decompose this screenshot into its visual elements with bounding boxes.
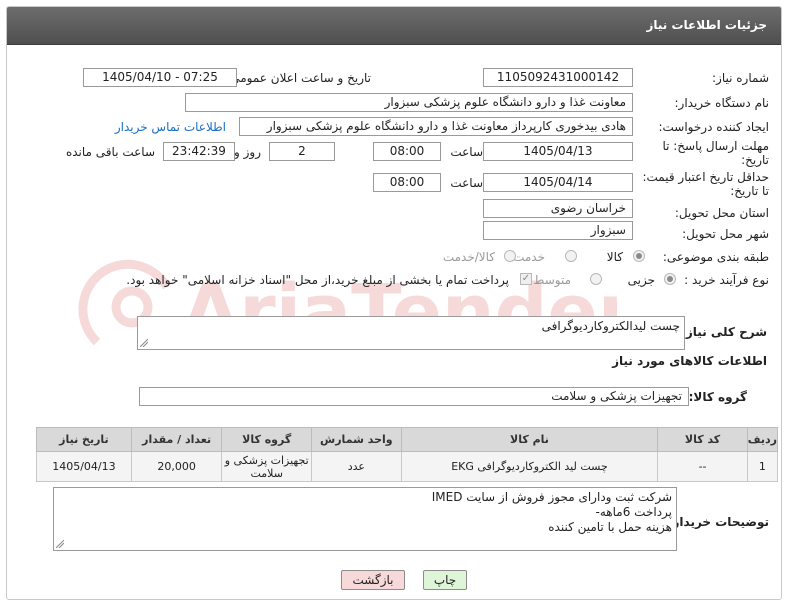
process-option-medium: متوسط xyxy=(533,273,571,287)
cell-row-number: 1 xyxy=(746,451,779,482)
province-label: استان محل تحویل: xyxy=(674,206,769,220)
requester-label: ایجاد کننده درخواست: xyxy=(658,120,769,134)
col-quantity: تعداد / مقدار xyxy=(130,427,223,452)
requester-field[interactable]: هادی بیدخوری کارپرداز معاونت غذا و دارو … xyxy=(239,117,633,136)
buyer-note-line: شرکت ثبت ودارای مجوز فروش از سایت IMED xyxy=(431,490,672,504)
goods-group-label: گروه کالا: xyxy=(688,390,747,404)
need-number-label: شماره نیاز: xyxy=(712,71,769,85)
category-option-service: خدمت xyxy=(513,250,545,264)
cell-item-code: -- xyxy=(657,451,748,482)
cell-item-name: چست لید الکتروکاردیوگرافی EKG xyxy=(400,451,659,482)
deadline-time-field[interactable]: 08:00 xyxy=(373,142,441,161)
cell-unit: عدد xyxy=(311,451,402,482)
resize-handle-icon[interactable] xyxy=(56,540,64,548)
validity-label-line2: تا تاریخ: xyxy=(730,184,769,198)
panel-title: جزئیات اطلاعات نیاز xyxy=(646,18,767,32)
process-radio-minor[interactable] xyxy=(664,273,676,285)
deadline-date-field[interactable]: 1405/04/13 xyxy=(483,142,633,161)
days-remaining-field[interactable]: 2 xyxy=(269,142,335,161)
col-item-name: نام کالا xyxy=(400,427,659,452)
validity-label-line1: حداقل تاریخ اعتبار قیمت: xyxy=(642,170,769,184)
need-details-panel: جزئیات اطلاعات نیاز AriaTender.net شماره… xyxy=(6,6,782,600)
buyer-note-line: هزینه حمل با تامین کننده xyxy=(548,520,672,534)
col-unit: واحد شمارش xyxy=(311,427,402,452)
category-radio-goods[interactable] xyxy=(633,250,645,262)
summary-text: چست لیدالکتروکاردیوگرافی xyxy=(541,319,680,333)
goods-table: ردیف کد کالا نام کالا واحد شمارش گروه کا… xyxy=(36,427,779,482)
province-field[interactable]: خراسان رضوی xyxy=(483,199,633,218)
goods-group-field[interactable]: تجهیزات پزشکی و سلامت xyxy=(139,387,689,406)
deadline-time-label: ساعت xyxy=(450,145,483,159)
process-label: نوع فرآیند خرید : xyxy=(684,273,769,287)
city-field[interactable]: سبزوار xyxy=(483,221,633,240)
col-row-number: ردیف xyxy=(746,427,779,452)
buyer-notes-field[interactable]: شرکت ثبت ودارای مجوز فروش از سایت IMED پ… xyxy=(53,487,677,551)
remaining-time-label: ساعت باقی مانده xyxy=(65,145,155,159)
cell-quantity: 20,000 xyxy=(130,451,223,482)
panel-header: جزئیات اطلاعات نیاز xyxy=(7,7,781,45)
table-row[interactable]: 1 -- چست لید الکتروکاردیوگرافی EKG عدد ت… xyxy=(36,451,779,482)
summary-label: شرح کلی نیاز: xyxy=(681,325,767,339)
goods-table-header: ردیف کد کالا نام کالا واحد شمارش گروه کا… xyxy=(36,427,779,452)
category-radio-service[interactable] xyxy=(565,250,577,262)
announce-label: تاریخ و ساعت اعلان عمومی: xyxy=(226,71,371,85)
summary-field[interactable]: چست لیدالکتروکاردیوگرافی xyxy=(137,316,685,350)
need-number-field[interactable]: 1105092431000142 xyxy=(483,68,633,87)
col-group: گروه کالا xyxy=(221,427,313,452)
process-option-minor: جزیی xyxy=(627,273,655,287)
process-radio-medium[interactable] xyxy=(590,273,602,285)
col-need-date: تاریخ نیاز xyxy=(36,427,132,452)
city-label: شهر محل تحویل: xyxy=(682,227,769,241)
buyer-org-field[interactable]: معاونت غذا و دارو دانشگاه علوم پزشکی سبز… xyxy=(185,93,633,112)
buyer-contact-link[interactable]: اطلاعات تماس خریدار xyxy=(115,120,226,134)
cell-need-date: 1405/04/13 xyxy=(36,451,132,482)
category-label: طبقه بندی موضوعی: xyxy=(662,250,769,264)
goods-section-title: اطلاعات کالاهای مورد نیاز xyxy=(612,354,767,368)
treasury-payment-note: پرداخت تمام یا بخشی از مبلغ خرید،از محل … xyxy=(126,273,509,287)
treasury-payment-checkbox[interactable]: ✓ xyxy=(520,273,532,285)
buyer-notes-label: توضیحات خریدار: xyxy=(667,515,769,529)
back-button[interactable]: بازگشت xyxy=(341,570,405,590)
print-button[interactable]: چاپ xyxy=(423,570,467,590)
cell-group: تجهیزات پزشکی و سلامت xyxy=(221,451,313,482)
announce-datetime-field[interactable]: 1405/04/10 - 07:25 xyxy=(83,68,237,87)
category-radio-goods-service[interactable] xyxy=(504,250,516,262)
validity-time-field[interactable]: 08:00 xyxy=(373,173,441,192)
buyer-org-label: نام دستگاه خریدار: xyxy=(674,96,770,110)
deadline-label-line2: تاریخ: xyxy=(741,153,769,167)
category-option-goods: کالا xyxy=(606,250,623,264)
remaining-time-field[interactable]: 23:42:39 xyxy=(163,142,235,161)
category-option-goods-service: کالا/خدمت xyxy=(442,250,495,264)
validity-time-label: ساعت xyxy=(450,176,483,190)
validity-date-field[interactable]: 1405/04/14 xyxy=(483,173,633,192)
buyer-note-line: پرداخت 6ماهه- xyxy=(595,505,672,519)
resize-handle-icon[interactable] xyxy=(140,339,148,347)
col-item-code: کد کالا xyxy=(657,427,748,452)
days-label: روز و xyxy=(234,145,261,159)
deadline-label-line1: مهلت ارسال پاسخ: تا xyxy=(662,139,769,153)
